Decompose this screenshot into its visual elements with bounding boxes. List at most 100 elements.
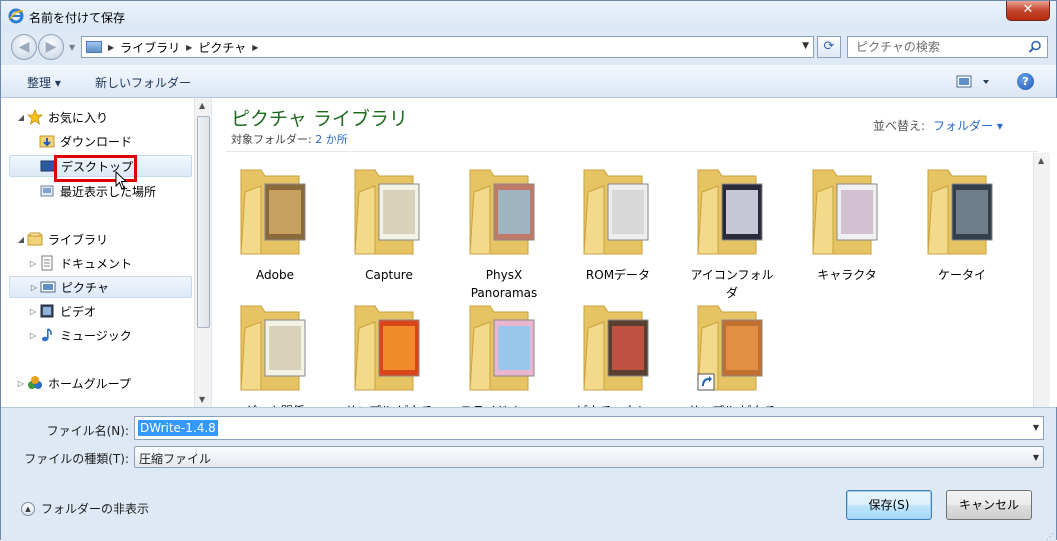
folder-item[interactable]: Capture xyxy=(335,162,443,282)
content-scrollbar[interactable]: ▲ xyxy=(1033,153,1050,407)
search-input[interactable] xyxy=(856,37,1026,57)
nav-item-libraries[interactable]: ◢ ライブラリ xyxy=(15,228,185,250)
filename-dropdown-icon[interactable]: ▼ xyxy=(1033,423,1039,432)
folder-item[interactable]: サンプル ピクチ xyxy=(335,298,443,418)
mouse-cursor-icon xyxy=(115,171,128,190)
collapse-up-icon[interactable]: ▲ xyxy=(21,501,35,516)
chevron-right-icon[interactable]: ▶ xyxy=(186,43,192,52)
videos-icon xyxy=(40,304,54,318)
navigation-pane: ◢ お気に入り ダウンロード デスクトップ 最近表示した場所 ◢ ライブラリ ▷ xyxy=(1,98,211,407)
folder-item[interactable]: サンプル ピクチ xyxy=(678,298,786,418)
filename-field[interactable]: DWrite-1.4.8 ▼ xyxy=(134,416,1044,440)
nav-label: ビデオ xyxy=(60,304,97,319)
breadcrumb-libraries[interactable]: ライブラリ xyxy=(120,39,180,56)
collapsed-arrow-icon[interactable]: ▷ xyxy=(28,283,40,292)
filename-value[interactable]: DWrite-1.4.8 xyxy=(138,420,218,436)
locations-link[interactable]: 2 か所 xyxy=(315,133,348,146)
nav-label: ダウンロード xyxy=(60,134,133,149)
nav-label: ライブラリ xyxy=(48,232,109,247)
address-bar[interactable]: ▶ ライブラリ ▶ ピクチャ ▶ ▼ xyxy=(81,36,814,58)
filetype-select[interactable]: 圧縮ファイル ▼ xyxy=(134,446,1044,468)
expanded-arrow-icon[interactable]: ◢ xyxy=(15,113,27,122)
filetype-label: ファイルの種類(T): xyxy=(24,452,129,466)
scroll-down-icon[interactable]: ▼ xyxy=(199,395,205,404)
folder-label: Capture xyxy=(365,268,413,282)
folder-label: ケータイ xyxy=(937,268,986,282)
address-dropdown-icon[interactable]: ▼ xyxy=(802,41,809,51)
folder-item[interactable]: ピカチュウショ xyxy=(564,298,672,418)
nav-item-favorites[interactable]: ◢ お気に入り xyxy=(15,106,185,128)
collapsed-arrow-icon[interactable]: ▷ xyxy=(15,379,27,388)
window-title: 名前を付けて保存 xyxy=(29,11,126,25)
forward-button[interactable]: ▶ xyxy=(38,34,64,60)
folder-icon xyxy=(583,169,649,255)
breadcrumb-pictures[interactable]: ピクチャ xyxy=(198,39,246,56)
cancel-button[interactable]: キャンセル xyxy=(946,490,1032,520)
nav-item-recent-places[interactable]: 最近表示した場所 xyxy=(27,180,187,202)
nav-item-homegroup[interactable]: ▷ ホームグループ xyxy=(15,372,185,394)
folder-label: Adobe xyxy=(256,268,294,282)
star-icon xyxy=(27,109,43,125)
filename-label: ファイル名(N): xyxy=(46,424,129,438)
sort-by: 並べ替え: フォルダー ▾ xyxy=(873,117,1003,134)
recent-places-icon xyxy=(40,185,54,197)
nav-item-videos[interactable]: ▷ ビデオ xyxy=(27,300,187,322)
folder-icon xyxy=(469,169,535,255)
close-button[interactable]: ✕ xyxy=(1006,1,1050,21)
view-icon xyxy=(956,75,989,88)
nav-item-music[interactable]: ▷ ミュージック xyxy=(27,324,187,346)
back-arrow-icon: ◀ xyxy=(18,39,30,55)
folder-item[interactable]: Adobe xyxy=(221,162,329,282)
change-view-button[interactable] xyxy=(956,74,996,90)
folder-icon xyxy=(240,169,306,255)
nav-label: ドキュメント xyxy=(60,256,133,271)
chevron-right-icon[interactable]: ▶ xyxy=(252,43,258,52)
command-bar: 整理 ▾ 新しいフォルダー ? xyxy=(1,65,1056,98)
chevron-right-icon[interactable]: ▶ xyxy=(108,43,114,52)
folder-item[interactable]: ROMデータ xyxy=(564,162,672,282)
nav-item-documents[interactable]: ▷ ドキュメント xyxy=(27,252,187,274)
resize-grip-icon[interactable]: ⋰ xyxy=(1046,533,1054,541)
divider xyxy=(226,151,1038,152)
library-subtitle: 対象フォルダー: 2 か所 xyxy=(231,131,348,147)
collapsed-arrow-icon[interactable]: ▷ xyxy=(27,331,39,340)
folder-icon xyxy=(812,169,878,255)
search-icon[interactable] xyxy=(1028,40,1042,54)
nav-item-downloads[interactable]: ダウンロード xyxy=(27,130,187,152)
folder-icon xyxy=(697,305,763,391)
new-folder-button[interactable]: 新しいフォルダー xyxy=(95,74,191,91)
folder-item[interactable]: アイコンフォルダ xyxy=(678,162,786,300)
scroll-thumb[interactable] xyxy=(197,116,210,328)
folder-item[interactable]: ゲーム関係 xyxy=(221,298,329,418)
save-button[interactable]: 保存(S) xyxy=(846,490,932,520)
organize-button[interactable]: 整理 ▾ xyxy=(27,74,61,91)
history-dropdown-icon[interactable]: ▼ xyxy=(69,43,75,52)
folder-item[interactable]: スライド ショー xyxy=(450,298,558,418)
sort-dropdown[interactable]: フォルダー ▾ xyxy=(933,119,1003,133)
refresh-icon: ⟳ xyxy=(823,39,835,54)
hide-folders-toggle[interactable]: ▲ フォルダーの非表示 xyxy=(21,500,149,517)
scroll-up-icon[interactable]: ▲ xyxy=(1038,156,1044,165)
address-row: ◀ ▶ ▼ ▶ ライブラリ ▶ ピクチャ ▶ ▼ ⟳ xyxy=(1,31,1056,63)
collapsed-arrow-icon[interactable]: ▷ xyxy=(27,259,39,268)
title-bar: 名前を付けて保存 ✕ xyxy=(1,1,1056,31)
folder-label: PhysX Panoramas xyxy=(470,268,538,300)
filetype-value: 圧縮ファイル xyxy=(139,452,212,466)
folder-item[interactable]: ケータイ xyxy=(908,162,1016,282)
back-button[interactable]: ◀ xyxy=(11,34,37,60)
nav-item-pictures[interactable]: ▷ ピクチャ xyxy=(9,276,192,298)
folder-item[interactable]: キャラクタ xyxy=(793,162,901,282)
collapsed-arrow-icon[interactable]: ▷ xyxy=(27,307,39,316)
nav-label: ホームグループ xyxy=(48,376,131,391)
filetype-dropdown-icon[interactable]: ▼ xyxy=(1033,453,1039,462)
hide-folders-label[interactable]: フォルダーの非表示 xyxy=(41,500,149,517)
refresh-button[interactable]: ⟳ xyxy=(817,36,841,58)
expanded-arrow-icon[interactable]: ◢ xyxy=(15,235,27,244)
folder-item[interactable]: PhysX Panoramas xyxy=(450,162,558,300)
scroll-up-icon[interactable]: ▲ xyxy=(199,101,205,110)
help-button[interactable]: ? xyxy=(1017,73,1034,90)
nav-scrollbar[interactable]: ▲ ▼ xyxy=(194,98,211,407)
documents-icon xyxy=(41,255,53,271)
file-list: ピクチャ ライブラリ 対象フォルダー: 2 か所 並べ替え: フォルダー ▾ Ad… xyxy=(212,98,1057,418)
search-box[interactable] xyxy=(847,36,1048,58)
